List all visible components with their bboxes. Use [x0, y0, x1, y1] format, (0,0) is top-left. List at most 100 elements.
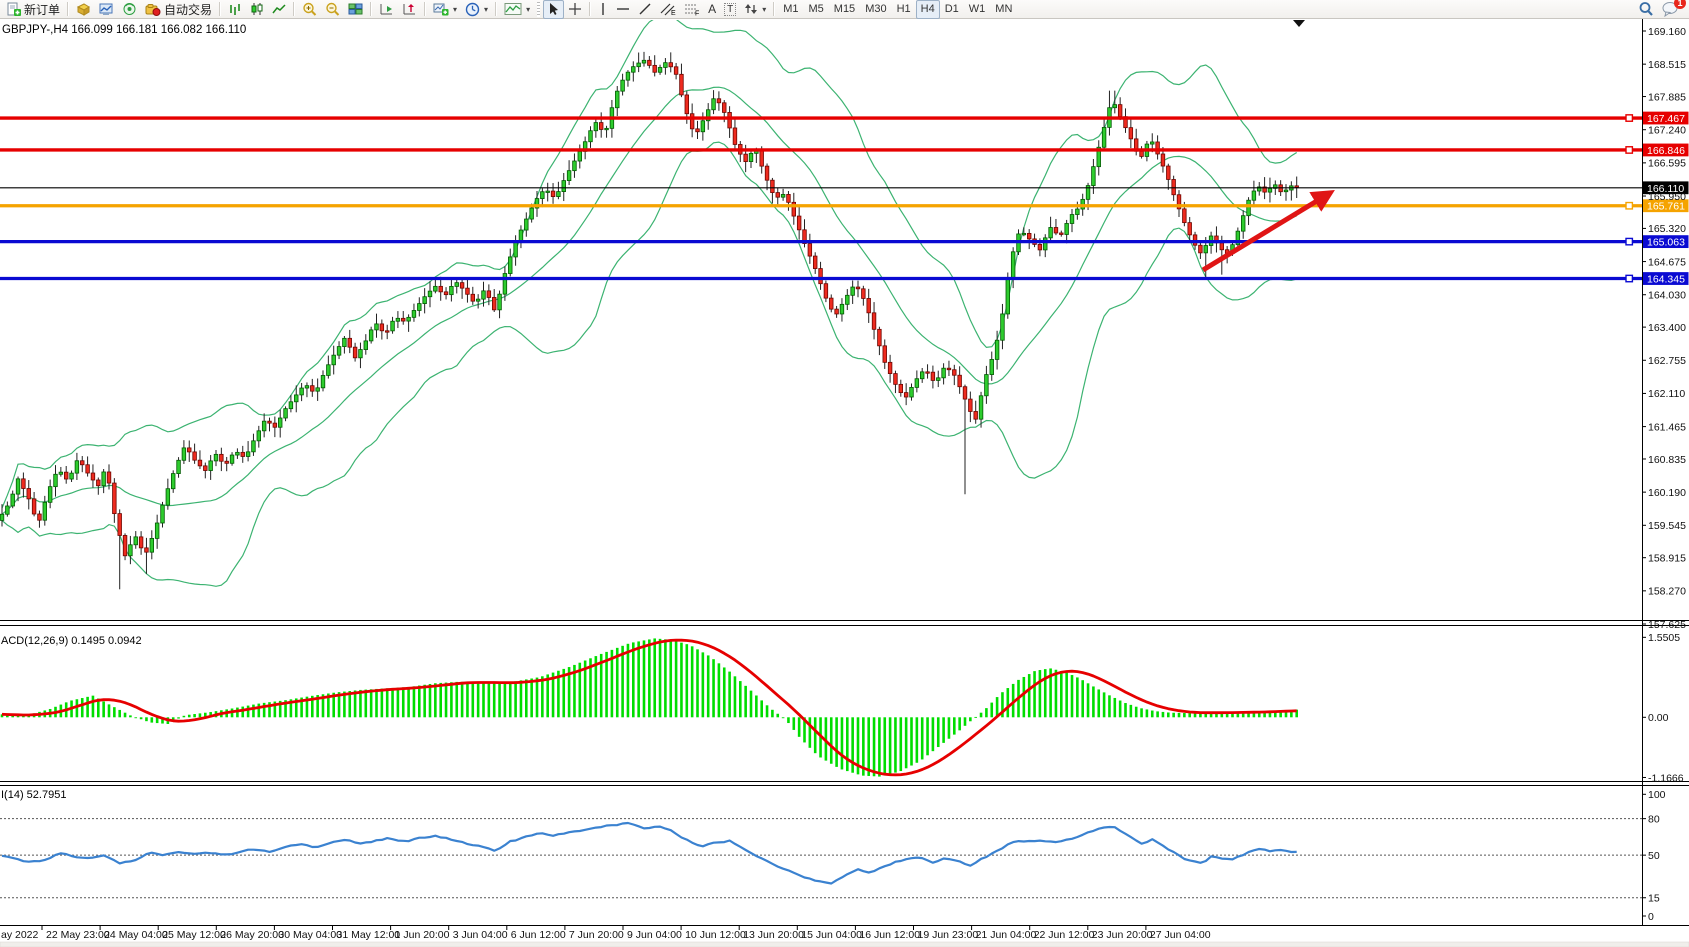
price-tick-label: 168.515 — [1648, 59, 1686, 71]
new-order-button[interactable]: 新订单 — [2, 0, 64, 19]
template-button[interactable]: ▾ — [500, 0, 534, 19]
trendline-tool[interactable] — [634, 0, 656, 19]
tab-timeframe-mn[interactable]: MN — [990, 0, 1017, 19]
bar-chart-button[interactable] — [224, 0, 246, 19]
new-chart-button[interactable]: ▾ — [429, 0, 461, 19]
time-tick-label: 26 May 20:00 — [220, 929, 284, 941]
hline-anchor[interactable] — [1626, 147, 1632, 153]
text-tool[interactable]: A — [704, 0, 720, 19]
candles — [0, 52, 1298, 589]
hline-anchor[interactable] — [1626, 203, 1632, 209]
price-tick-label: 161.465 — [1648, 421, 1686, 433]
period-clock-button[interactable]: ▾ — [461, 0, 492, 19]
horizontal-lines[interactable]: 167.467166.846166.110165.761165.063164.3… — [0, 112, 1689, 286]
time-axis[interactable]: ay 2022 22 May 23:0024 May 04:0025 May 12… — [1, 926, 1211, 942]
price-tick-label: 158.270 — [1648, 586, 1686, 598]
horizontal-line-tool[interactable] — [612, 0, 634, 19]
autotrade-button[interactable]: 自动交易 — [141, 0, 216, 19]
tab-timeframe-m15[interactable]: M15 — [829, 0, 860, 19]
hline-anchor[interactable] — [1626, 275, 1632, 281]
cursor-tool-button[interactable] — [543, 0, 564, 19]
market-watch-button[interactable] — [72, 0, 95, 19]
notification-badge: 1 — [1674, 0, 1686, 9]
time-tick-label: 25 May 12:00 — [162, 929, 226, 941]
signal-icon — [122, 2, 137, 16]
line-chart-icon — [272, 2, 286, 16]
strategy-navigator-button[interactable] — [118, 0, 141, 19]
arrows-icon — [744, 2, 758, 16]
vertical-line-icon — [598, 2, 608, 16]
price-tick-label: 158.915 — [1648, 552, 1686, 564]
chart-shift-button[interactable] — [398, 0, 421, 19]
time-tick-label: 7 Jun 20:00 — [569, 929, 624, 941]
tab-timeframe-w1[interactable]: W1 — [964, 0, 991, 19]
rsi-scale-label: 15 — [1648, 893, 1660, 905]
horizontal-line-icon — [616, 2, 630, 16]
time-tick-label: 30 May 04:00 — [278, 929, 342, 941]
market-watch-icon — [76, 2, 91, 16]
auto-scroll-button[interactable] — [375, 0, 398, 19]
data-window-icon — [99, 2, 114, 16]
tab-timeframe-m1[interactable]: M1 — [778, 0, 803, 19]
autotrade-label: 自动交易 — [164, 1, 212, 18]
chevron-down-icon: ▾ — [453, 5, 457, 14]
notifications-button[interactable]: 1 — [1658, 0, 1683, 19]
tab-timeframe-d1[interactable]: D1 — [940, 0, 964, 19]
chart-shift-marker[interactable] — [1293, 20, 1305, 27]
panel-separators — [0, 19, 1689, 926]
price-tick-label: 159.545 — [1648, 520, 1686, 532]
price-tick-label: 165.950 — [1648, 191, 1686, 203]
hline-anchor[interactable] — [1626, 115, 1632, 121]
time-tick-label: 9 Jun 04:00 — [627, 929, 682, 941]
time-tick-label: 27 Jun 04:00 — [1150, 929, 1211, 941]
svg-text:F: F — [695, 11, 699, 17]
trendline-icon — [638, 2, 652, 16]
mt4-window: 167.467166.846166.110165.761165.063164.3… — [0, 0, 1689, 947]
time-tick-label: 22 May 23:00 — [46, 929, 110, 941]
fibonacci-tool[interactable]: F — [680, 0, 704, 19]
chevron-down-icon: ▾ — [484, 5, 488, 14]
line-chart-button[interactable] — [268, 0, 290, 19]
price-tick-label: 164.030 — [1648, 290, 1686, 302]
price-tick-label: 167.885 — [1648, 91, 1686, 103]
time-tick-label: 13 Jun 20:00 — [743, 929, 804, 941]
text-label-icon: T — [724, 3, 736, 16]
candle-chart-button[interactable] — [246, 0, 268, 19]
macd-indicator-label: ACD(12,26,9) 0.1495 0.0942 — [1, 635, 142, 647]
vertical-line-tool[interactable] — [594, 0, 612, 19]
rsi-scale-label: 100 — [1648, 789, 1666, 801]
search-button[interactable] — [1634, 0, 1658, 19]
time-tick-label: 24 May 04:00 — [104, 929, 168, 941]
channel-icon: E — [660, 2, 676, 16]
time-tick-label: 31 May 12:00 — [337, 929, 401, 941]
price-badge-label: 166.846 — [1647, 145, 1685, 157]
svg-text:E: E — [671, 10, 676, 16]
tile-windows-button[interactable] — [344, 0, 367, 19]
chart-shift-icon — [402, 2, 417, 16]
price-tick-label: 160.835 — [1648, 454, 1686, 466]
hline-anchor[interactable] — [1626, 238, 1632, 244]
cursor-icon — [547, 2, 560, 16]
zoom-out-button[interactable] — [321, 0, 344, 19]
symbol-info: GBPJPY-,H4 166.099 166.181 166.082 166.1… — [2, 24, 246, 36]
text-label-tool[interactable]: T — [720, 0, 740, 19]
crosshair-icon — [568, 2, 582, 16]
time-tick-label: 16 Jun 12:00 — [859, 929, 920, 941]
channel-tool[interactable]: E — [656, 0, 680, 19]
tab-timeframe-m30[interactable]: M30 — [860, 0, 891, 19]
zoom-in-button[interactable] — [298, 0, 321, 19]
toolbar: 新订单 — [0, 0, 1689, 19]
chart-area[interactable]: 167.467166.846166.110165.761165.063164.3… — [0, 0, 1689, 947]
data-window-button[interactable] — [95, 0, 118, 19]
template-icon — [504, 2, 522, 16]
price-tick-label: 169.160 — [1648, 26, 1686, 38]
tab-timeframe-h1[interactable]: H1 — [892, 0, 916, 19]
tab-timeframe-m5[interactable]: M5 — [804, 0, 829, 19]
fibonacci-icon: F — [684, 2, 700, 16]
price-tick-label: 162.110 — [1648, 388, 1685, 400]
tab-timeframe-h4[interactable]: H4 — [916, 0, 940, 19]
time-tick-label: ay 2022 — [1, 929, 39, 941]
arrows-tool[interactable]: ▾ — [740, 0, 770, 19]
price-tick-label: 167.240 — [1648, 125, 1686, 137]
crosshair-tool-button[interactable] — [564, 0, 586, 19]
